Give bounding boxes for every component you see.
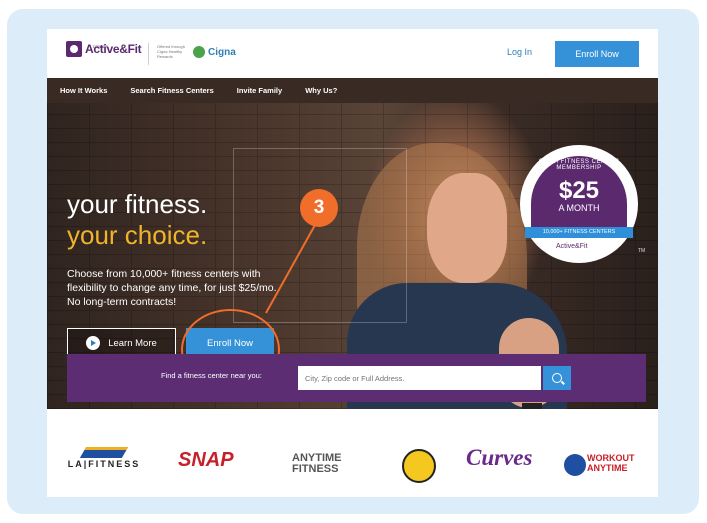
fitness-center-search-bar: Find a fitness center near you: bbox=[67, 354, 646, 402]
la-fitness-logo: LA|FITNESS bbox=[67, 459, 141, 469]
site-header: Active&Fit DIRECT Offered through Cigna … bbox=[47, 29, 658, 78]
workout-anytime-logo: WORKOUT ANYTIME bbox=[587, 453, 635, 473]
partner-logos: LA|FITNESS SNAP ANYTIME FITNESS Curves W… bbox=[47, 429, 658, 497]
nav-why-us[interactable]: Why Us? bbox=[305, 86, 337, 95]
golds-gym-logo bbox=[402, 449, 436, 483]
curves-logo: Curves bbox=[466, 445, 533, 470]
enroll-now-header-button[interactable]: Enroll Now bbox=[555, 41, 639, 67]
logo-sub: DIRECT bbox=[93, 44, 108, 49]
header-divider bbox=[148, 43, 149, 65]
workout-anytime-icon bbox=[564, 454, 586, 476]
cigna-logo: Cigna bbox=[193, 46, 236, 58]
nav-search-fitness-centers[interactable]: Search Fitness Centers bbox=[130, 86, 213, 95]
web-page: Active&Fit DIRECT Offered through Cigna … bbox=[47, 29, 658, 497]
anytime-fitness-logo: ANYTIME FITNESS bbox=[292, 453, 342, 475]
nav-how-it-works[interactable]: How It Works bbox=[60, 86, 107, 95]
workout-line2: ANYTIME bbox=[587, 463, 628, 473]
step-marker: 3 bbox=[300, 189, 338, 227]
main-nav: How It Works Search Fitness Centers Invi… bbox=[47, 78, 658, 103]
search-button[interactable] bbox=[543, 366, 571, 390]
cigna-logo-text: Cigna bbox=[208, 46, 236, 58]
cigna-tree-icon bbox=[193, 46, 205, 58]
offered-through-text: Offered through Cigna Healthy Rewards bbox=[157, 44, 185, 59]
logo-mark-icon bbox=[66, 41, 82, 57]
snap-fitness-logo: SNAP bbox=[178, 449, 234, 471]
anytime-line2: FITNESS bbox=[292, 463, 339, 475]
login-link[interactable]: Log In bbox=[507, 47, 532, 57]
search-label: Find a fitness center near you: bbox=[161, 371, 262, 380]
la-fitness-swoosh-icon bbox=[79, 447, 129, 458]
location-search-input[interactable] bbox=[298, 366, 541, 390]
nav-invite-family[interactable]: Invite Family bbox=[237, 86, 282, 95]
workout-line1: WORKOUT bbox=[587, 453, 635, 463]
search-icon bbox=[552, 373, 562, 383]
